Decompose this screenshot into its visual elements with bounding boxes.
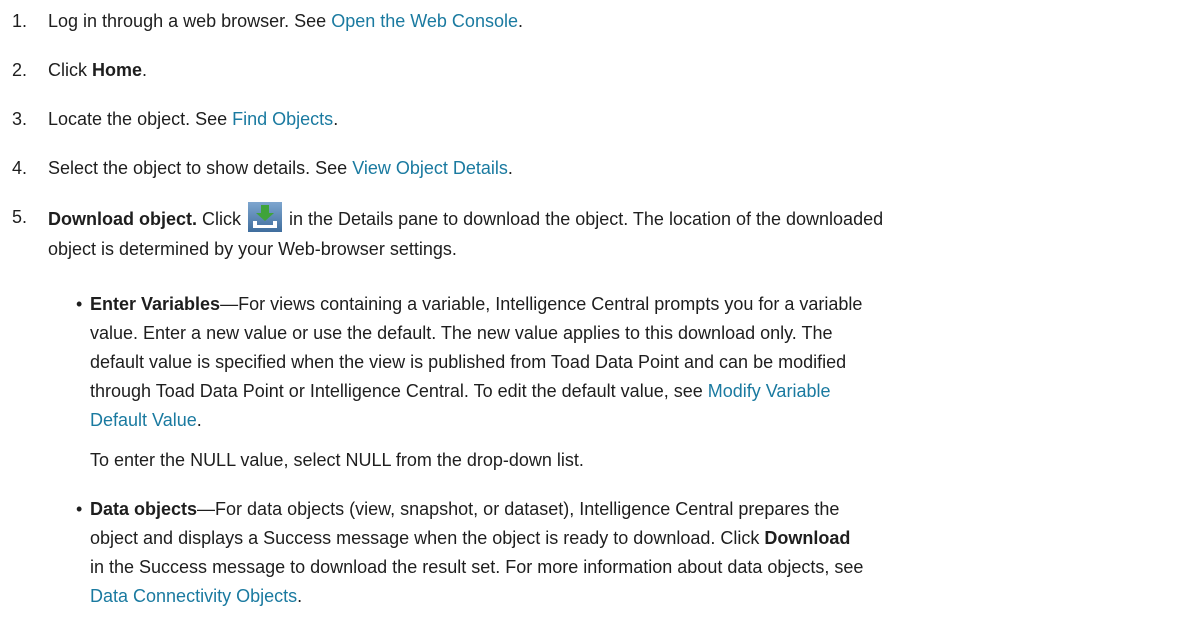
- ui-term-home: Home: [92, 60, 143, 80]
- bullet-text: default value is specified when the view…: [90, 352, 847, 372]
- punctuation: .: [507, 158, 513, 178]
- punctuation: .: [333, 109, 339, 129]
- step-text: Click: [48, 60, 92, 80]
- bullet-heading: Enter Variables: [90, 294, 221, 314]
- step-number: 3.: [12, 109, 28, 129]
- link-modify-variable-default-value-cont[interactable]: Default Value: [90, 410, 197, 430]
- ui-term-download: Download: [764, 528, 851, 548]
- step-number: 2.: [12, 60, 28, 80]
- step-heading: Download object.: [48, 209, 198, 229]
- step-3: 3. Locate the object. See Find Objects.: [12, 104, 1162, 134]
- step-text: Locate the object. See: [48, 109, 233, 129]
- download-icon[interactable]: [248, 202, 283, 232]
- link-data-connectivity-objects[interactable]: Data Connectivity Objects: [90, 586, 297, 606]
- null-note: To enter the NULL value, select NULL fro…: [90, 450, 584, 470]
- bullet-text: —For views containing a variable, Intell…: [220, 294, 863, 314]
- bullet-heading: Data objects: [90, 499, 198, 519]
- step-4: 4. Select the object to show details. Se…: [12, 153, 1162, 183]
- punctuation: .: [142, 60, 148, 80]
- bullet-data-objects: • Data objects—For data objects (view, s…: [76, 495, 1116, 611]
- step-number: 1.: [12, 11, 28, 31]
- link-modify-variable-default-value[interactable]: Modify Variable: [708, 381, 831, 401]
- document-page: 1. Log in through a web browser. See Ope…: [0, 0, 1180, 629]
- step-text: Click: [197, 209, 247, 229]
- step-text: in the Details pane to download the obje…: [284, 209, 884, 229]
- bullet-dot: •: [76, 294, 83, 314]
- bullet-text: in the Success message to download the r…: [90, 557, 864, 577]
- step-text: Log in through a web browser. See: [48, 11, 332, 31]
- step-number: 5.: [12, 207, 28, 227]
- step-1: 1. Log in through a web browser. See Ope…: [12, 6, 1162, 36]
- punctuation: .: [517, 11, 523, 31]
- step-2: 2. Click Home.: [12, 55, 1162, 85]
- bullet-enter-variables: • Enter Variables—For views containing a…: [76, 290, 1116, 435]
- bullet-text: value. Enter a new value or use the defa…: [90, 323, 833, 343]
- link-find-objects[interactable]: Find Objects: [232, 109, 333, 129]
- bullet-text: —For data objects (view, snapshot, or da…: [197, 499, 840, 519]
- step-5: 5. Download object. Click in the Details…: [12, 202, 1162, 264]
- step-text: Select the object to show details. See: [48, 158, 353, 178]
- step-text: object is determined by your Web-browser…: [48, 239, 457, 259]
- bullet-text: object and displays a Success message wh…: [90, 528, 765, 548]
- link-open-web-console[interactable]: Open the Web Console: [331, 11, 518, 31]
- punctuation: .: [196, 410, 202, 430]
- bullet-dot: •: [76, 499, 83, 519]
- punctuation: .: [297, 586, 303, 606]
- bullet-text: through Toad Data Point or Intelligence …: [90, 381, 708, 401]
- link-view-object-details[interactable]: View Object Details: [352, 158, 508, 178]
- step-number: 4.: [12, 158, 28, 178]
